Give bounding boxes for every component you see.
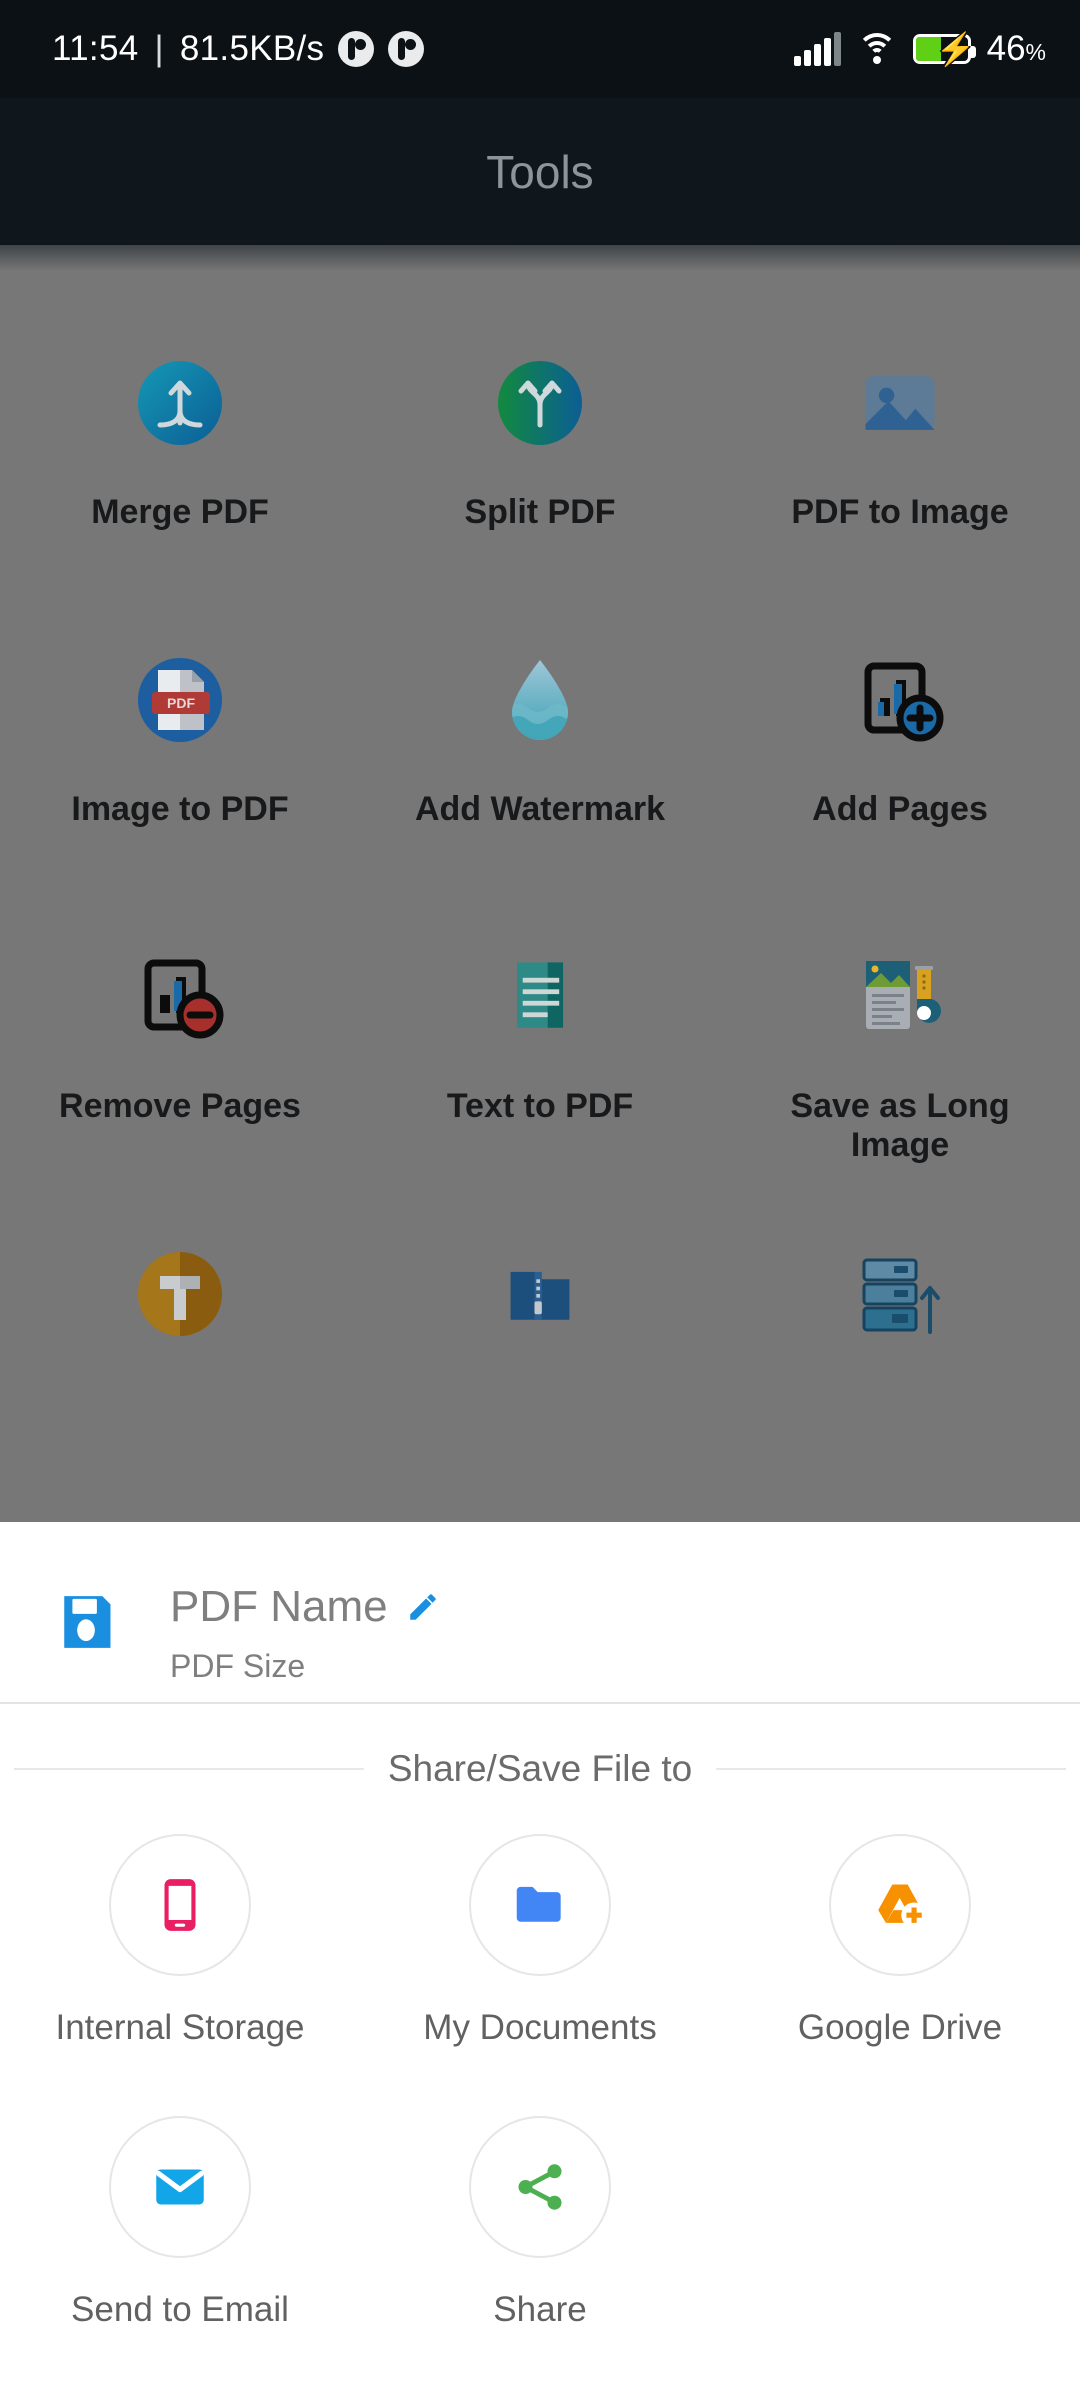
tools-grid: Merge PDF Split PDF PDF to Image PDF Ima…: [0, 245, 1080, 1493]
google-drive-add-icon: [829, 1834, 971, 1976]
app-bar: Tools: [0, 98, 1080, 245]
share-section-title: Share/Save File to: [387, 1748, 693, 1789]
status-separator: |: [154, 29, 164, 68]
zip-folder-icon: [488, 1242, 592, 1346]
share-nodes-icon: [469, 2116, 611, 2258]
tools-scrim-area: Merge PDF Split PDF PDF to Image PDF Ima…: [0, 245, 1080, 1522]
signal-bars-icon: [793, 32, 841, 66]
status-bar: 11:54 | 81.5KB/s ⚡ 46%: [0, 0, 1080, 98]
save-as-long-image-icon: [848, 945, 952, 1049]
pdf-size-value: PDF Size: [170, 1648, 306, 1684]
tool-item-zip-folder[interactable]: [360, 1196, 720, 1493]
tool-label: Image to PDF: [71, 790, 289, 828]
tool-item-extract-files[interactable]: [720, 1196, 1080, 1493]
share-target-my-documents[interactable]: My Documents: [360, 1834, 720, 2116]
share-target-internal-storage[interactable]: Internal Storage: [0, 1834, 360, 2116]
extract-files-icon: [848, 1242, 952, 1346]
status-time: 11:54: [52, 29, 139, 68]
remove-pages-icon: [128, 945, 232, 1049]
share-target-label: Send to Email: [71, 2290, 289, 2329]
pdf-name-value: PDF Name: [170, 1582, 388, 1631]
folder-icon: [469, 1834, 611, 1976]
tool-label: Add Watermark: [414, 790, 666, 828]
share-targets-grid: Internal Storage My Documents Google Dri…: [0, 1790, 1080, 2398]
share-target-label: Google Drive: [797, 2008, 1003, 2047]
tool-item-pdf-to-image[interactable]: PDF to Image: [720, 305, 1080, 602]
tool-item-remove-pages[interactable]: Remove Pages: [0, 899, 360, 1196]
email-envelope-icon: [109, 2116, 251, 2258]
wifi-icon: [856, 33, 897, 65]
share-bottom-sheet: PDF Name PDF Size Share/Save File to Int…: [0, 1522, 1080, 2400]
tool-label: Merge PDF: [91, 493, 269, 531]
share-target-share[interactable]: Share: [360, 2116, 720, 2398]
share-target-label: My Documents: [423, 2008, 657, 2047]
battery-charging-icon: ⚡: [912, 33, 976, 65]
network-speed-text: 81.5KB/s: [179, 29, 325, 68]
share-target-label: Internal Storage: [55, 2008, 305, 2047]
svg-text:PDF: PDF: [167, 695, 195, 711]
divider-left: [14, 1768, 364, 1770]
text-to-pdf-icon: [488, 945, 592, 1049]
app-notification-icon: [388, 31, 425, 67]
tool-item-add-watermark[interactable]: Add Watermark: [360, 602, 720, 899]
tool-item-save-as-long-image[interactable]: Save as Long Image: [720, 899, 1080, 1196]
tool-label: Remove Pages: [59, 1087, 301, 1125]
pdf-info-header: PDF Name PDF Size: [0, 1522, 1080, 1702]
phone-icon: [109, 1834, 251, 1976]
battery-percent-symbol: %: [1025, 39, 1046, 65]
tool-label: Add Pages: [812, 790, 988, 828]
share-target-label: Share: [493, 2290, 587, 2329]
tool-label: PDF to Image: [791, 493, 1009, 531]
status-bar-right: ⚡ 46%: [793, 29, 1046, 69]
battery-percent-value: 46: [986, 29, 1026, 68]
image-to-pdf-icon: PDF: [128, 648, 232, 752]
status-bar-left: 11:54 | 81.5KB/s: [52, 29, 425, 69]
edit-pencil-icon[interactable]: [406, 1590, 440, 1624]
merge-pdf-icon: [128, 351, 232, 455]
pdf-name-row[interactable]: PDF Name: [170, 1582, 440, 1632]
tool-label: Text to PDF: [446, 1087, 634, 1125]
battery-percent: 46%: [987, 29, 1046, 69]
pdf-info-text: PDF Name PDF Size: [170, 1582, 440, 1685]
split-pdf-icon: [488, 351, 592, 455]
phone-screen: 11:54 | 81.5KB/s ⚡ 46% Tools Merge PDF S…: [0, 0, 1080, 2400]
floppy-save-icon: [52, 1588, 120, 1656]
tool-item-image-to-pdf[interactable]: PDF Image to PDF: [0, 602, 360, 899]
tool-item-split-pdf[interactable]: Split PDF: [360, 305, 720, 602]
divider-right: [716, 1768, 1067, 1770]
tool-item-add-pages[interactable]: Add Pages: [720, 602, 1080, 899]
tool-item-merge-pdf[interactable]: Merge PDF: [0, 305, 360, 602]
share-target-send-to-email[interactable]: Send to Email: [0, 2116, 360, 2398]
page-title: Tools: [486, 145, 594, 198]
tool-label: Split PDF: [464, 493, 616, 531]
add-watermark-icon: [488, 648, 592, 752]
share-section-header: Share/Save File to: [0, 1704, 1080, 1790]
add-pages-icon: [848, 648, 952, 752]
text-tool-icon: [128, 1242, 232, 1346]
share-target-google-drive[interactable]: Google Drive: [720, 1834, 1080, 2116]
tool-label: Save as Long Image: [790, 1087, 1010, 1165]
tool-item-text-to-pdf[interactable]: Text to PDF: [360, 899, 720, 1196]
tool-item-text-tool[interactable]: [0, 1196, 360, 1493]
app-notification-icon: [338, 31, 375, 67]
pdf-to-image-icon: [848, 351, 952, 455]
